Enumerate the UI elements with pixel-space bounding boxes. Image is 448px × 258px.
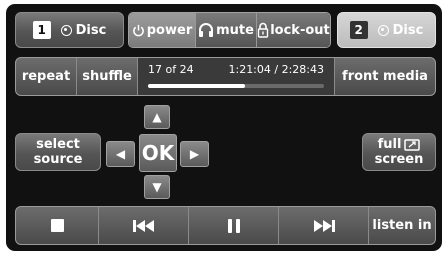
mute-button[interactable]: mute xyxy=(195,13,256,47)
power-label: power xyxy=(146,22,193,38)
full-screen-line2: screen xyxy=(374,152,424,167)
select-source-line1: select xyxy=(36,137,80,152)
stop-icon xyxy=(50,219,64,232)
next-button[interactable] xyxy=(279,207,369,244)
front-media-button[interactable]: front media xyxy=(335,58,435,95)
shuffle-label: shuffle xyxy=(82,69,132,84)
power-button[interactable]: power xyxy=(129,13,195,47)
repeat-button[interactable]: repeat xyxy=(16,58,77,95)
progress-bar-fill xyxy=(148,84,245,88)
source-2-number: 2 xyxy=(349,21,368,39)
disc-icon xyxy=(60,24,72,36)
pause-button[interactable] xyxy=(189,207,279,244)
listen-in-button[interactable]: listen in xyxy=(369,207,435,244)
mute-label: mute xyxy=(216,22,254,38)
elapsed-time: 1:21:04 / 2:28:43 xyxy=(228,63,324,76)
full-screen-button[interactable]: full screen xyxy=(362,133,436,171)
transport-bar: repeat shuffle 17 of 24 1:21:04 / 2:28:4… xyxy=(15,57,436,96)
full-screen-line1: full xyxy=(377,137,402,152)
arrow-down-icon: ▼ xyxy=(152,180,162,194)
headphones-icon xyxy=(199,23,214,37)
arrow-up-icon: ▲ xyxy=(152,110,162,124)
arrow-down-button[interactable]: ▼ xyxy=(144,175,170,199)
front-media-label: front media xyxy=(342,69,428,84)
select-source-button[interactable]: select source xyxy=(15,133,101,171)
disc-icon xyxy=(377,24,389,36)
stop-button[interactable] xyxy=(16,207,99,244)
repeat-label: repeat xyxy=(21,69,71,84)
arrow-left-button[interactable]: ◀ xyxy=(106,141,135,167)
arrow-up-button[interactable]: ▲ xyxy=(144,105,170,129)
lock-icon xyxy=(258,22,269,38)
source-1-number: 1 xyxy=(32,21,51,39)
source-1-label: Disc xyxy=(75,22,107,38)
arrow-right-icon: ▶ xyxy=(189,147,200,161)
power-icon xyxy=(132,24,144,36)
source-2-label: Disc xyxy=(392,22,424,38)
pause-icon xyxy=(227,218,240,233)
lock-out-label: lock-out xyxy=(270,22,330,38)
fullscreen-icon xyxy=(404,138,421,151)
next-icon xyxy=(313,219,335,232)
track-position: 17 of 24 xyxy=(148,63,194,76)
arrow-right-button[interactable]: ▶ xyxy=(180,141,209,167)
ok-label: OK xyxy=(141,141,175,165)
shuffle-button[interactable]: shuffle xyxy=(77,58,138,95)
progress-bar[interactable] xyxy=(148,84,324,88)
previous-icon xyxy=(132,219,154,232)
control-group: power mute lock-out xyxy=(128,12,331,48)
source-1-disc-button[interactable]: 1 Disc xyxy=(15,12,124,48)
track-progress-panel: 17 of 24 1:21:04 / 2:28:43 xyxy=(138,58,335,95)
ok-button[interactable]: OK xyxy=(139,134,177,172)
arrow-left-icon: ◀ xyxy=(115,147,126,161)
previous-button[interactable] xyxy=(99,207,189,244)
playback-bar: listen in xyxy=(15,206,436,245)
select-source-line2: source xyxy=(33,152,83,167)
lock-out-button[interactable]: lock-out xyxy=(256,13,330,47)
source-2-disc-button[interactable]: 2 Disc xyxy=(337,12,436,48)
listen-in-label: listen in xyxy=(372,218,432,233)
